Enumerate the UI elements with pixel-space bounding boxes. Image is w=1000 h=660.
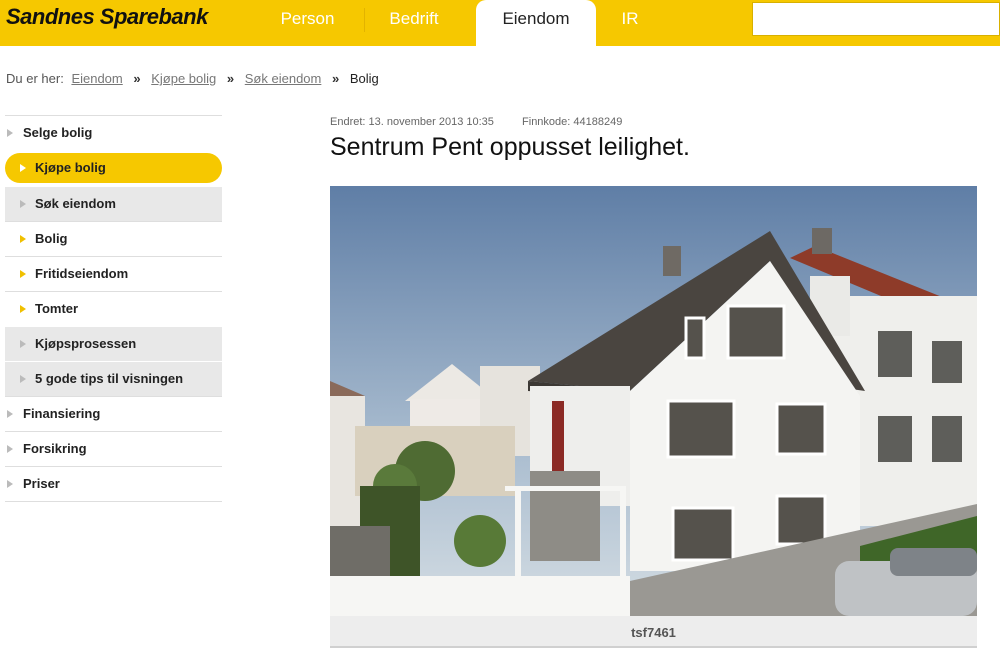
arrow-right-icon <box>20 340 26 348</box>
breadcrumb-separator: » <box>226 71 235 86</box>
breadcrumb: Du er her: Eiendom » Kjøpe bolig » Søk e… <box>6 71 379 86</box>
finnkode-value: 44188249 <box>573 116 623 128</box>
sidebar-item-visning-tips[interactable]: 5 gode tips til visningen <box>5 361 222 396</box>
nav-tab-ir[interactable]: IR <box>602 0 658 46</box>
search-input[interactable] <box>752 2 1000 36</box>
arrow-right-icon <box>20 164 26 172</box>
house-photo-illustration <box>330 186 977 616</box>
photo-caption: tsf7461 <box>330 616 977 648</box>
sidebar-menu: Selge bolig Kjøpe bolig Søk eiendom Boli… <box>5 115 222 502</box>
sidebar-item-selge-bolig[interactable]: Selge bolig <box>5 115 222 150</box>
nav-tab-bedrift[interactable]: Bedrift <box>365 0 463 46</box>
sidebar-item-label: Bolig <box>35 231 68 246</box>
sidebar-item-label: Søk eiendom <box>35 196 116 211</box>
arrow-right-icon <box>20 375 26 383</box>
sidebar-item-kjopsprosessen[interactable]: Kjøpsprosessen <box>5 326 222 361</box>
sidebar-item-bolig[interactable]: Bolig <box>5 221 222 256</box>
sidebar-item-forsikring[interactable]: Forsikring <box>5 431 222 466</box>
arrow-right-icon <box>7 480 13 488</box>
breadcrumb-link-kjope-bolig[interactable]: Kjøpe bolig <box>151 71 216 86</box>
changed-value: 13. november 2013 10:35 <box>368 116 494 128</box>
listing-meta: Endret: 13. november 2013 10:35 Finnkode… <box>330 116 622 128</box>
nav-tab-person[interactable]: Person <box>250 0 365 46</box>
finnkode-label: Finnkode: <box>522 116 571 128</box>
sidebar-item-label: Finansiering <box>23 406 101 421</box>
arrow-right-icon <box>7 445 13 453</box>
sidebar-item-label: Forsikring <box>23 441 87 456</box>
sidebar-item-sok-eiendom[interactable]: Søk eiendom <box>5 186 222 221</box>
breadcrumb-current: Bolig <box>349 71 379 86</box>
sidebar-item-label: 5 gode tips til visningen <box>35 371 184 386</box>
arrow-right-icon <box>7 129 13 137</box>
sidebar-item-label: Fritidseiendom <box>35 266 129 281</box>
arrow-right-icon <box>20 235 26 243</box>
breadcrumb-link-sok-eiendom[interactable]: Søk eiendom <box>245 71 322 86</box>
brand-logo[interactable]: Sandnes Sparebank <box>6 4 208 30</box>
nav-tab-eiendom[interactable]: Eiendom <box>476 0 596 46</box>
sidebar-item-kjope-bolig[interactable]: Kjøpe bolig <box>5 150 222 186</box>
listing-title: Sentrum Pent oppusset leilighet. <box>330 133 690 161</box>
sidebar-item-priser[interactable]: Priser <box>5 466 222 501</box>
top-navigation-bar: Sandnes Sparebank Person Bedrift Eiendom… <box>0 0 1000 46</box>
sidebar-item-label: Selge bolig <box>23 125 93 140</box>
sidebar-item-tomter[interactable]: Tomter <box>5 291 222 326</box>
breadcrumb-link-eiendom[interactable]: Eiendom <box>71 71 122 86</box>
sidebar-item-finansiering[interactable]: Finansiering <box>5 396 222 431</box>
changed-label: Endret: <box>330 116 366 128</box>
sidebar-item-label: Kjøpsprosessen <box>35 336 137 351</box>
arrow-right-icon <box>20 305 26 313</box>
sidebar-item-label: Kjøpe bolig <box>35 160 106 175</box>
arrow-right-icon <box>20 270 26 278</box>
breadcrumb-prefix: Du er her: <box>6 71 64 86</box>
breadcrumb-separator: » <box>133 71 141 86</box>
breadcrumb-separator: » <box>331 71 340 86</box>
property-photo[interactable] <box>330 186 977 616</box>
sidebar-item-label: Priser <box>23 476 60 491</box>
arrow-right-icon <box>7 410 13 418</box>
sidebar-item-label: Tomter <box>35 301 79 316</box>
sidebar-divider <box>5 501 222 502</box>
sidebar-item-fritidseiendom[interactable]: Fritidseiendom <box>5 256 222 291</box>
arrow-right-icon <box>20 200 26 208</box>
